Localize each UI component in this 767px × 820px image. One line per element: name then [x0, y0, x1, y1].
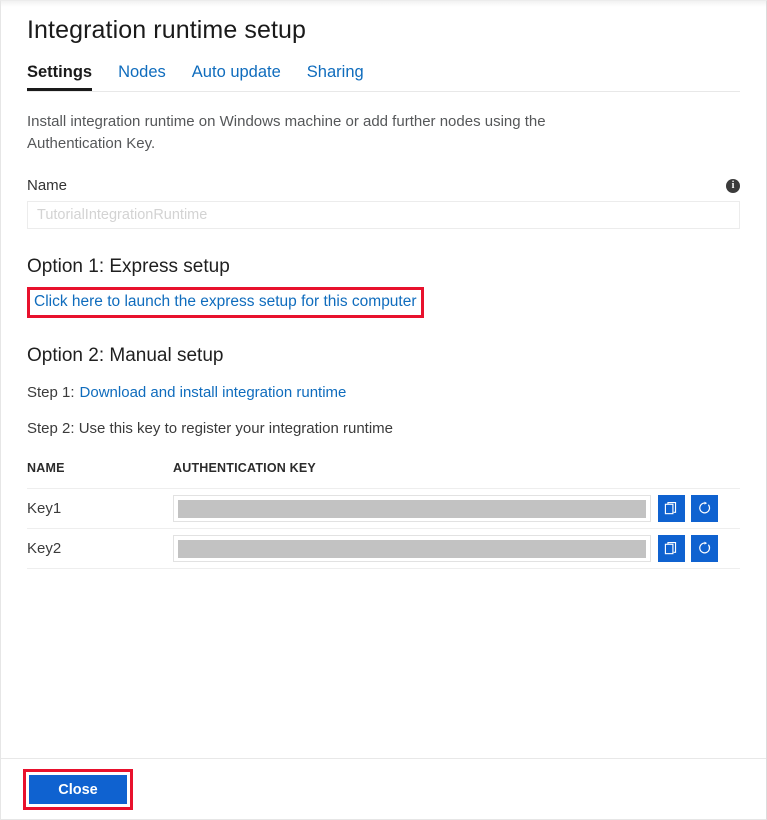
express-setup-link[interactable]: Click here to launch the express setup f…: [34, 293, 417, 310]
key1-actions: [658, 495, 740, 522]
key2-input[interactable]: [173, 535, 651, 562]
name-label: Name: [27, 177, 67, 194]
close-button-highlight: Close: [23, 769, 133, 810]
step-1-label: Step 1:: [27, 384, 75, 401]
dialog-content: Integration runtime setup Settings Nodes…: [1, 1, 766, 759]
key-name-cell: Key2: [27, 529, 173, 569]
dialog-description: Install integration runtime on Windows m…: [27, 111, 642, 155]
integration-runtime-setup-dialog: Integration runtime setup Settings Nodes…: [0, 0, 767, 820]
key-actions-cell: [658, 489, 740, 529]
option1-heading: Option 1: Express setup: [27, 256, 740, 278]
tab-sharing[interactable]: Sharing: [307, 62, 364, 91]
tab-divider: [27, 91, 740, 92]
key-value-cell: [173, 529, 658, 569]
copy-icon[interactable]: [658, 495, 685, 522]
step-1-row: Step 1: Download and install integration …: [27, 383, 740, 403]
table-row: Key1: [27, 489, 740, 529]
dialog-footer: Close: [1, 758, 766, 819]
close-button[interactable]: Close: [29, 775, 127, 804]
key1-input[interactable]: [173, 495, 651, 522]
name-input[interactable]: TutorialIntegrationRuntime: [27, 201, 740, 229]
key1-redacted-value: [178, 500, 646, 518]
tab-nodes[interactable]: Nodes: [118, 62, 166, 91]
page-title: Integration runtime setup: [27, 1, 740, 45]
key-name-cell: Key1: [27, 489, 173, 529]
info-icon[interactable]: i: [726, 179, 740, 193]
refresh-icon[interactable]: [691, 535, 718, 562]
express-setup-highlight: Click here to launch the express setup f…: [27, 287, 424, 318]
copy-icon[interactable]: [658, 535, 685, 562]
key-value-cell: [173, 489, 658, 529]
authentication-keys-table: NAME AUTHENTICATION KEY Key1: [27, 461, 740, 569]
column-header-actions: [658, 461, 740, 489]
column-header-name: NAME: [27, 461, 173, 489]
key2-redacted-value: [178, 540, 646, 558]
refresh-icon[interactable]: [691, 495, 718, 522]
download-install-link[interactable]: Download and install integration runtime: [80, 384, 347, 401]
column-header-authentication-key: AUTHENTICATION KEY: [173, 461, 658, 489]
key2-actions: [658, 535, 740, 562]
step-2-row: Step 2: Use this key to register your in…: [27, 419, 740, 439]
tab-bar: Settings Nodes Auto update Sharing: [27, 62, 740, 93]
name-label-row: Name i: [27, 177, 740, 194]
option2-heading: Option 2: Manual setup: [27, 345, 740, 367]
tab-auto-update[interactable]: Auto update: [192, 62, 281, 91]
table-row: Key2: [27, 529, 740, 569]
key-actions-cell: [658, 529, 740, 569]
tab-settings[interactable]: Settings: [27, 62, 92, 91]
table-header-row: NAME AUTHENTICATION KEY: [27, 461, 740, 489]
